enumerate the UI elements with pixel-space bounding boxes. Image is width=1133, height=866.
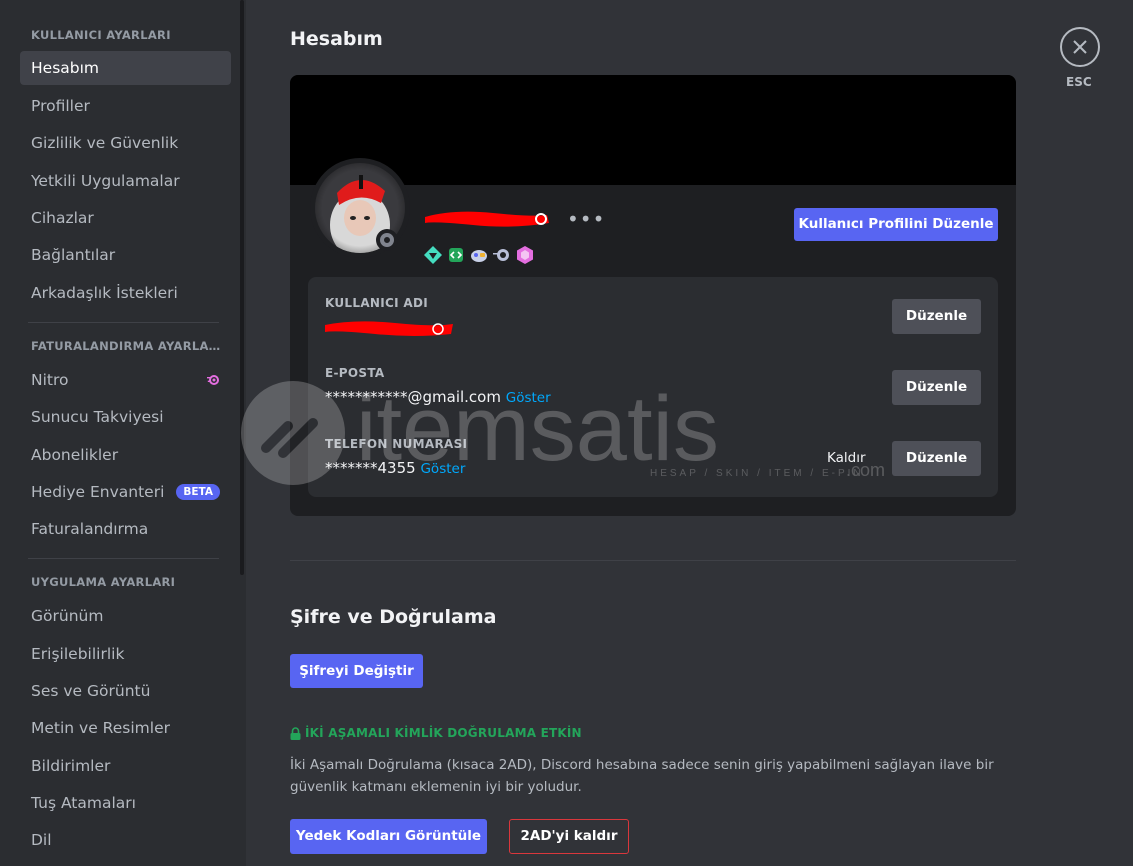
status-offline-indicator [376,229,398,251]
sidebar-scrollbar[interactable] [240,0,244,575]
edit-user-profile-button[interactable]: Kullanıcı Profilini Düzenle [794,208,998,241]
username-label: KULLANICI ADI [325,296,428,310]
email-value: ***********@gmail.com Göster [325,388,551,406]
show-email-link[interactable]: Göster [506,390,551,406]
change-password-button[interactable]: Şifreyi Değiştir [290,654,423,688]
sidebar-divider [28,558,219,559]
sidebar-header-user-settings: KULLANICI AYARLARI [31,28,171,42]
phone-text: *******4355 [325,459,416,477]
orbs-icon[interactable] [492,245,512,265]
close-icon [1073,40,1087,54]
remove-2fa-button[interactable]: 2AD'yi kaldır [509,819,629,854]
nitro-icon [207,375,219,385]
quest-icon[interactable] [469,245,489,265]
account-profile-card: ••• Kullanıcı Profilini Düzenle KULLANIC… [290,75,1016,516]
sidebar-header-app-settings: UYGULAMA AYARLARI [31,575,176,589]
sidebar-item-billing[interactable]: Faturalandırma [20,512,231,546]
sidebar-item-keybinds[interactable]: Tuş Atamaları [20,786,231,820]
sidebar-item-connections[interactable]: Bağlantılar [20,238,231,272]
mfa-status-text: İKİ AŞAMALI KİMLİK DOĞRULAMA ETKİN [305,726,582,740]
sidebar-item-privacy-safety[interactable]: Gizlilik ve Güvenlik [20,126,231,160]
remove-phone-link[interactable]: Kaldır [827,450,866,466]
sidebar-item-language[interactable]: Dil [20,823,231,857]
mfa-description: İki Aşamalı Doğrulama (kısaca 2AD), Disc… [290,757,994,795]
username-value [325,317,455,339]
phone-label: TELEFON NUMARASI [325,437,468,451]
page-title: Hesabım [290,28,383,50]
sidebar-item-label: Nitro [31,371,69,389]
sidebar-item-subscriptions[interactable]: Abonelikler [20,438,231,472]
profile-banner [290,75,1016,185]
lock-icon [290,726,301,740]
sidebar-item-voice-video[interactable]: Ses ve Görüntü [20,674,231,708]
sidebar-item-friend-requests[interactable]: Arkadaşlık İstekleri [20,276,231,310]
password-auth-title: Şifre ve Doğrulama [290,606,497,628]
beta-badge: BETA [176,484,220,500]
mfa-status: İKİ AŞAMALI KİMLİK DOĞRULAMA ETKİN [290,726,582,740]
sidebar-item-devices[interactable]: Cihazlar [20,201,231,235]
sidebar-item-label: Hediye Envanteri [31,483,165,501]
profile-badges [423,245,535,267]
edit-username-button[interactable]: Düzenle [892,299,981,334]
close-button[interactable] [1060,27,1100,67]
email-label: E-POSTA [325,366,385,380]
sidebar-item-notifications[interactable]: Bildirimler [20,749,231,783]
sidebar-item-server-boost[interactable]: Sunucu Takviyesi [20,400,231,434]
email-text: ***********@gmail.com [325,388,501,406]
view-backup-codes-button[interactable]: Yedek Kodları Görüntüle [290,819,487,854]
redacted-display-name [425,211,549,227]
sidebar-item-accessibility[interactable]: Erişilebilirlik [20,637,231,671]
account-info-box: KULLANICI ADI Düzenle E-POSTA **********… [308,277,998,497]
more-dots-icon[interactable]: ••• [567,209,605,229]
sidebar-header-billing-settings: FATURALANDIRMA AYARLARI [31,339,221,353]
nitro-gem-icon[interactable] [515,245,535,265]
show-phone-link[interactable]: Göster [420,461,465,477]
sidebar-item-profiles[interactable]: Profiller [20,89,231,123]
settings-sidebar: KULLANICI AYARLARI Hesabım Profiller Giz… [0,0,246,866]
sidebar-item-authorized-apps[interactable]: Yetkili Uygulamalar [20,164,231,198]
sidebar-item-gift-inventory[interactable]: Hediye Envanteri BETA [20,475,231,509]
esc-label: ESC [1066,75,1092,89]
hypesquad-balance-icon[interactable] [423,245,443,265]
sidebar-divider [28,322,219,323]
redacted-username [325,321,453,336]
active-developer-icon[interactable] [446,245,466,265]
edit-phone-button[interactable]: Düzenle [892,441,981,476]
edit-email-button[interactable]: Düzenle [892,370,981,405]
sidebar-item-appearance[interactable]: Görünüm [20,599,231,633]
section-divider [290,560,1016,561]
sidebar-item-nitro[interactable]: Nitro [20,363,231,397]
sidebar-item-my-account[interactable]: Hesabım [20,51,231,85]
sidebar-item-text-images[interactable]: Metin ve Resimler [20,711,231,745]
phone-value: *******4355 Göster [325,459,465,477]
